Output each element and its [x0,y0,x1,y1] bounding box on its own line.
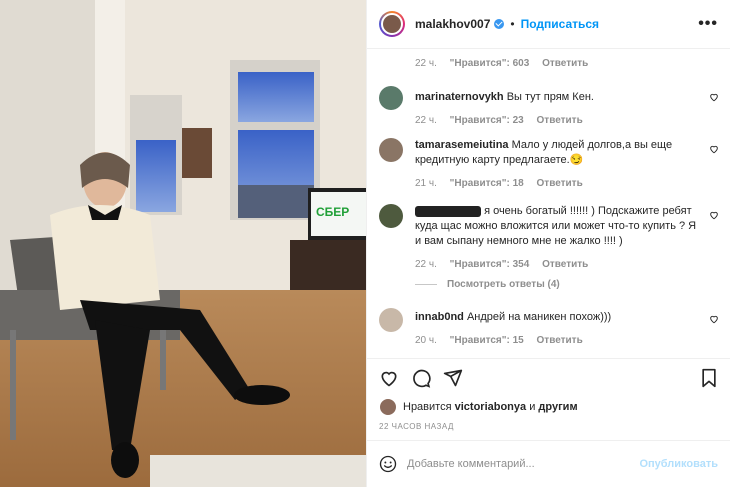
comment-body: tamarasemeiutina Мало у людей долгов,а в… [415,138,701,168]
author-username[interactable]: malakhov007 [415,17,490,31]
comment-meta: 20 ч. "Нравится": 15 Ответить [415,333,719,348]
comment-bubble-icon[interactable] [411,368,431,388]
comment-body: marinaternovykh Вы тут прям Кен. [415,86,701,105]
comment-time: 22 ч. [415,58,437,69]
reply-button[interactable]: Ответить [537,335,583,346]
commenter-username-redacted[interactable] [415,205,481,217]
post-header: malakhov007 • Подписаться ••• [367,0,730,49]
replies-line [415,284,437,285]
comment-body: innab0nd Андрей на маникен похож))) [415,308,701,325]
reply-button[interactable]: Ответить [542,58,588,69]
view-replies-button[interactable]: Посмотреть ответы (4) [415,279,560,290]
comment-item: я очень богатый !!!!!! ) Подскажите ребя… [379,204,719,272]
emoji-icon[interactable] [379,455,397,473]
comment-item: innab0nd Андрей на маникен похож))) 20 ч… [379,308,719,348]
comment-meta: 22 ч. "Нравится": 23 Ответить [415,113,719,128]
like-comment-heart-icon[interactable] [709,144,719,154]
comment-input[interactable]: Добавьте комментарий... [407,458,535,470]
commenter-avatar[interactable] [379,138,403,162]
more-options-icon[interactable]: ••• [698,15,718,33]
likes-and: и [529,401,536,413]
comment-time: 22 ч. [415,115,437,126]
likes-prefix: Нравится [403,401,452,413]
verified-badge-icon [494,19,505,29]
author-avatar[interactable] [379,11,405,37]
comment-likes[interactable]: "Нравится": 23 [450,115,524,126]
comment-meta: 22 ч. "Нравится": 354 Ответить [415,257,719,272]
comment-time: 20 ч. [415,335,437,346]
reply-button[interactable]: Ответить [542,259,588,270]
share-send-icon[interactable] [443,368,463,388]
comment-item: marinaternovykh Вы тут прям Кен. 22 ч. "… [379,86,719,128]
post-timestamp[interactable]: 22 ЧАСОВ НАЗАД [367,422,730,431]
add-comment-bar: Добавьте комментарий... Опубликовать [367,440,730,487]
liker-avatar[interactable] [379,398,397,416]
post-actions: Нравится victoriabonya и другим 22 ЧАСОВ… [367,358,730,431]
post-photo: СБЕР [0,0,366,487]
publish-button[interactable]: Опубликовать [639,458,718,470]
commenter-username[interactable]: marinaternovykh [415,91,504,103]
liker-username[interactable]: victoriabonya [455,401,527,413]
like-comment-heart-icon[interactable] [709,92,719,102]
separator-dot: • [510,17,515,31]
commenter-avatar[interactable] [379,86,403,110]
comment-time: 21 ч. [415,178,437,189]
reply-button[interactable]: Ответить [537,178,583,189]
comment-meta-top: 22 ч. "Нравится": 603 Ответить [415,58,588,69]
bookmark-icon[interactable] [700,368,718,388]
comment-body: я очень богатый !!!!!! ) Подскажите ребя… [415,204,701,249]
comment-meta: 21 ч. "Нравится": 18 Ответить [415,176,719,191]
reply-button[interactable]: Ответить [537,115,583,126]
follow-button[interactable]: Подписаться [521,17,599,31]
comment-text: Вы тут прям Кен. [506,91,594,103]
comment-likes[interactable]: "Нравится": 603 [450,58,530,69]
action-bar [367,359,730,397]
tv-brand-text: СБЕР [316,205,349,219]
like-comment-heart-icon[interactable] [709,210,719,220]
post-side-panel: malakhov007 • Подписаться ••• 22 ч. "Нра… [366,0,730,487]
view-replies-label[interactable]: Посмотреть ответы (4) [447,279,560,290]
comment-likes[interactable]: "Нравится": 18 [450,178,524,189]
commenter-avatar[interactable] [379,204,403,228]
comment-likes[interactable]: "Нравится": 15 [450,335,524,346]
comment-likes[interactable]: "Нравится": 354 [450,259,530,270]
like-comment-heart-icon[interactable] [709,314,719,324]
like-heart-icon[interactable] [379,368,399,388]
comment-item: tamarasemeiutina Мало у людей долгов,а в… [379,138,719,191]
commenter-avatar[interactable] [379,308,403,332]
comments-list: 22 ч. "Нравится": 603 Ответить marinater… [367,48,730,358]
comment-time: 22 ч. [415,259,437,270]
photo-scene: СБЕР [0,0,366,487]
commenter-username[interactable]: innab0nd [415,311,464,323]
likes-summary: Нравится victoriabonya и другим [367,397,730,417]
comment-text: Андрей на маникен похож))) [466,311,612,323]
commenter-username[interactable]: tamarasemeiutina [415,139,509,151]
others-likes-link[interactable]: другим [538,401,577,413]
